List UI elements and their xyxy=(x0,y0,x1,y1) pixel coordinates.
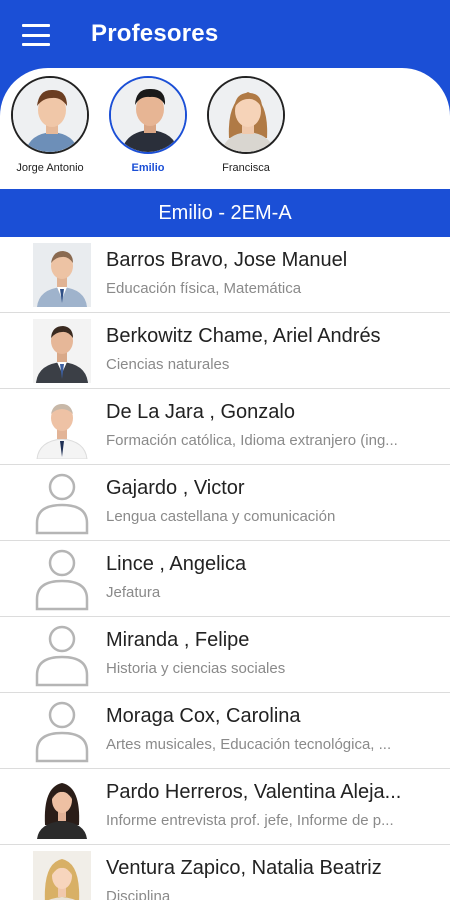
student-name: Emilio xyxy=(131,162,165,174)
teacher-name: Miranda , Felipe xyxy=(106,629,250,651)
teacher-subjects: Historia y ciencias sociales xyxy=(106,660,286,677)
teacher-name: Lince , Angelica xyxy=(106,553,247,575)
student-name: Francisca xyxy=(222,162,270,174)
default-user-icon xyxy=(33,471,91,535)
student-item-emilio[interactable]: Emilio xyxy=(98,76,198,174)
teacher-row[interactable]: Gajardo , Victor Lengua castellana y com… xyxy=(0,465,450,541)
teacher-photo xyxy=(33,851,91,900)
teacher-subjects: Formación católica, Idioma extranjero (i… xyxy=(106,432,398,449)
teacher-subjects: Disciplina xyxy=(106,888,171,900)
default-user-icon xyxy=(33,547,91,611)
teacher-row[interactable]: Miranda , Felipe Historia y ciencias soc… xyxy=(0,617,450,693)
teacher-name: Berkowitz Chame, Ariel Andrés xyxy=(106,325,381,347)
teacher-name: Moraga Cox, Carolina xyxy=(106,705,301,727)
student-avatar xyxy=(11,76,89,154)
teacher-row[interactable]: Ventura Zapico, Natalia Beatriz Discipli… xyxy=(0,845,450,900)
teacher-list: Barros Bravo, Jose Manuel Educación físi… xyxy=(0,237,450,900)
selected-student-label: Emilio - 2EM-A xyxy=(158,201,292,224)
page-title: Profesores xyxy=(91,20,219,47)
teacher-photo xyxy=(33,319,91,383)
teacher-subjects: Educación física, Matemática xyxy=(106,280,302,297)
teacher-row[interactable]: De La Jara , Gonzalo Formación católica,… xyxy=(0,389,450,465)
hamburger-menu-icon[interactable] xyxy=(22,22,50,48)
teacher-name: Gajardo , Victor xyxy=(106,477,245,499)
default-user-icon xyxy=(33,699,91,763)
teacher-row[interactable]: Pardo Herreros, Valentina Aleja... Infor… xyxy=(0,769,450,845)
teacher-name: Pardo Herreros, Valentina Aleja... xyxy=(106,781,402,803)
student-selector: Jorge Antonio Emilio Francisca xyxy=(0,68,450,189)
selected-student-header: Emilio - 2EM-A xyxy=(0,189,450,237)
default-user-icon xyxy=(33,623,91,687)
teacher-subjects: Jefatura xyxy=(106,584,161,601)
teacher-name: De La Jara , Gonzalo xyxy=(106,401,295,423)
student-name: Jorge Antonio xyxy=(16,162,84,174)
teacher-row[interactable]: Berkowitz Chame, Ariel Andrés Ciencias n… xyxy=(0,313,450,389)
teacher-row[interactable]: Lince , Angelica Jefatura xyxy=(0,541,450,617)
student-avatar xyxy=(207,76,285,154)
teacher-subjects: Artes musicales, Educación tecnológica, … xyxy=(106,736,392,753)
teacher-row[interactable]: Barros Bravo, Jose Manuel Educación físi… xyxy=(0,237,450,313)
teacher-subjects: Lengua castellana y comunicación xyxy=(106,508,336,525)
teacher-photo xyxy=(33,243,91,307)
teacher-photo xyxy=(33,775,91,839)
teacher-subjects: Informe entrevista prof. jefe, Informe d… xyxy=(106,812,394,829)
teacher-row[interactable]: Moraga Cox, Carolina Artes musicales, Ed… xyxy=(0,693,450,769)
student-item-jorge-antonio[interactable]: Jorge Antonio xyxy=(0,76,100,174)
teacher-name: Barros Bravo, Jose Manuel xyxy=(106,249,348,271)
teacher-name: Ventura Zapico, Natalia Beatriz xyxy=(106,857,382,879)
student-avatar xyxy=(109,76,187,154)
student-item-francisca[interactable]: Francisca xyxy=(196,76,296,174)
teacher-subjects: Ciencias naturales xyxy=(106,356,230,373)
teacher-photo xyxy=(33,395,91,459)
